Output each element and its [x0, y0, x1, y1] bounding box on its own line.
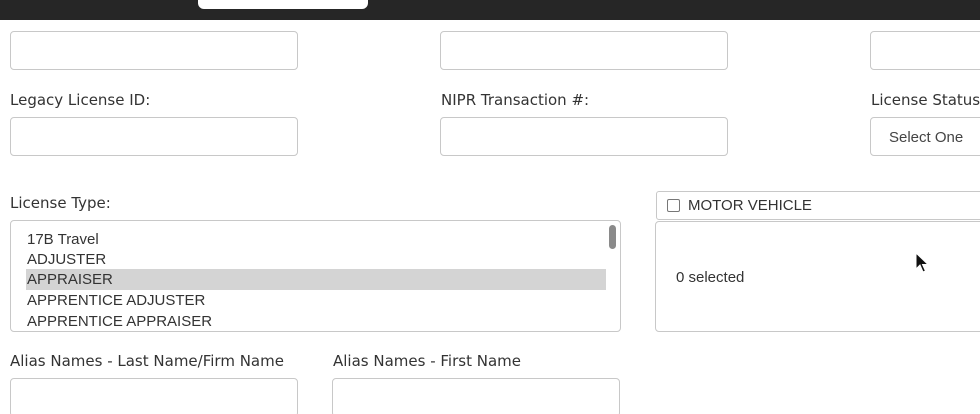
alias-last-name-input[interactable]: [10, 378, 298, 414]
license-type-option[interactable]: ADJUSTER: [26, 249, 606, 270]
license-type-option[interactable]: 17B Travel: [26, 229, 606, 250]
license-type-label: License Type:: [10, 194, 111, 212]
alias-first-name-field[interactable]: [333, 379, 619, 414]
motor-vehicle-checkbox[interactable]: [667, 199, 680, 212]
alias-first-name-input[interactable]: [332, 378, 620, 414]
legacy-license-id-label: Legacy License ID:: [10, 91, 151, 109]
alias-first-name-label: Alias Names - First Name: [333, 352, 521, 370]
legacy-license-id-input[interactable]: [10, 117, 298, 156]
license-type-listbox[interactable]: 17B Travel ADJUSTER APPRAISER APPRENTICE…: [10, 220, 621, 332]
row1-input-3[interactable]: [870, 31, 980, 70]
listbox-scrollbar-thumb[interactable]: [609, 225, 616, 249]
license-type-option-selected[interactable]: APPRAISER: [26, 269, 606, 290]
legacy-license-id-field[interactable]: [11, 118, 297, 155]
top-navigation-bar: [0, 0, 980, 20]
selected-count-text: 0 selected: [676, 269, 745, 286]
motor-vehicle-group-header[interactable]: MOTOR VEHICLE: [656, 191, 980, 220]
motor-vehicle-selection-box[interactable]: 0 selected: [655, 221, 980, 332]
row1-input-2[interactable]: [440, 31, 728, 70]
nipr-transaction-label: NIPR Transaction #:: [441, 91, 590, 109]
nipr-transaction-field[interactable]: [441, 118, 727, 155]
row1-input-3-field[interactable]: [871, 32, 980, 69]
license-type-option[interactable]: APPRENTICE APPRAISER: [26, 311, 606, 331]
mouse-pointer-icon: [915, 252, 929, 273]
row1-input-1-field[interactable]: [11, 32, 297, 69]
license-type-option[interactable]: APPRENTICE ADJUSTER: [26, 290, 606, 311]
nipr-transaction-input[interactable]: [440, 117, 728, 156]
motor-vehicle-title: MOTOR VEHICLE: [688, 197, 812, 214]
active-tab[interactable]: [198, 0, 368, 9]
license-status-label: License Status: [871, 91, 980, 109]
alias-last-name-label: Alias Names - Last Name/Firm Name: [10, 352, 284, 370]
row1-input-2-field[interactable]: [441, 32, 727, 69]
alias-last-name-field[interactable]: [11, 379, 297, 414]
row1-input-1[interactable]: [10, 31, 298, 70]
license-status-select[interactable]: Select One: [870, 117, 980, 156]
